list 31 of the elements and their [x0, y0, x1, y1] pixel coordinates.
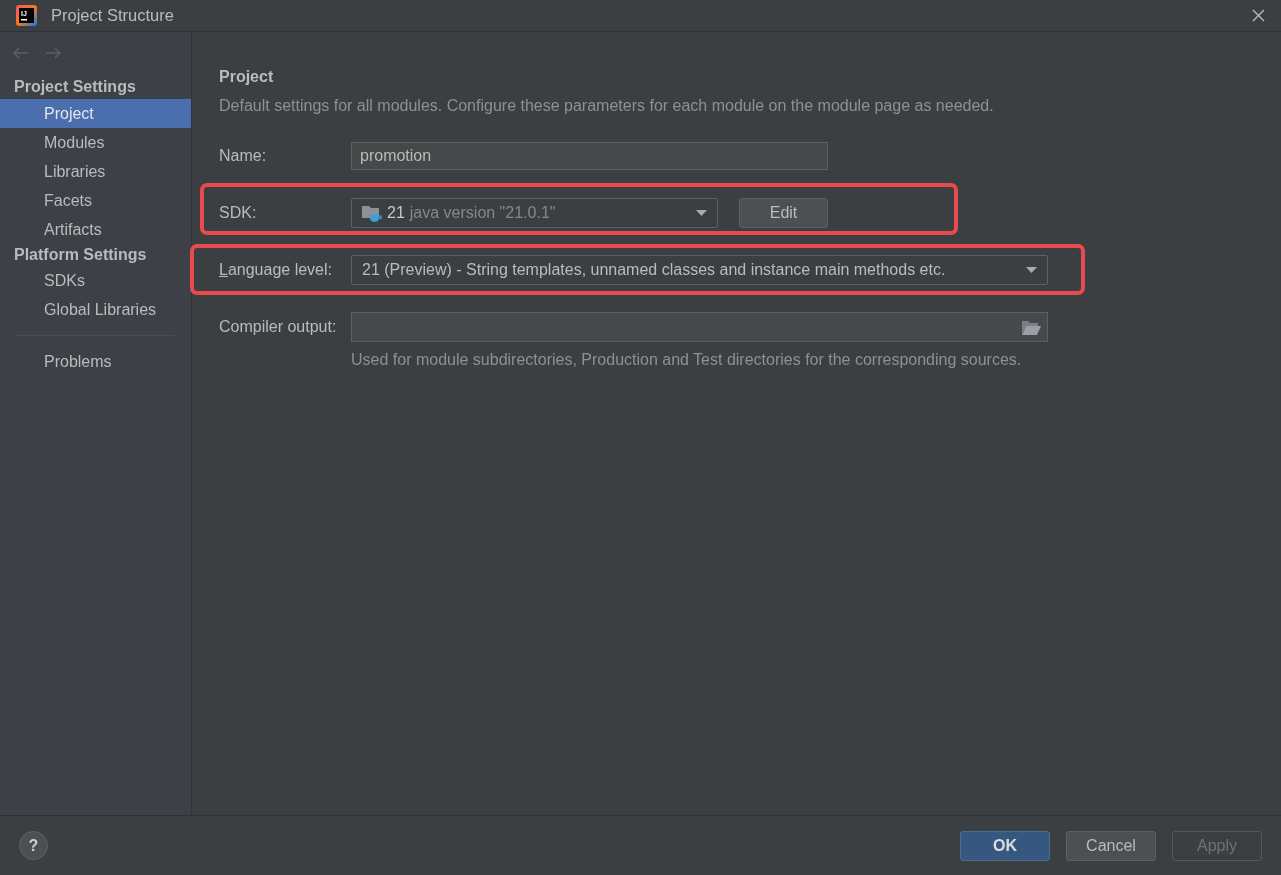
compiler-output-field[interactable] — [351, 312, 1048, 342]
folder-icon[interactable] — [1022, 319, 1041, 335]
sidebar-item[interactable]: Global Libraries — [0, 295, 191, 324]
help-button[interactable]: ? — [19, 831, 48, 860]
sidebar-item[interactable]: Facets — [0, 186, 191, 215]
cancel-button[interactable]: Cancel — [1066, 830, 1156, 861]
ok-button[interactable]: OK — [960, 830, 1050, 861]
sidebar-item[interactable]: Modules — [0, 128, 191, 157]
dropdown-caret-icon — [696, 210, 707, 216]
section-heading: Platform Settings — [14, 246, 147, 264]
dropdown-caret-icon — [1026, 267, 1037, 273]
sidebar-item[interactable]: Libraries — [0, 157, 191, 186]
page-title: Project — [219, 67, 275, 87]
section-heading: Project Settings — [14, 77, 136, 96]
field-label: Name: — [219, 147, 267, 164]
folder-cup-icon — [362, 204, 382, 222]
window-title: Project Structure — [51, 6, 174, 25]
field-label: Language level: — [219, 261, 332, 278]
page-description: Default settings for all modules. Configure these parameters for each module on the module page as needed. — [219, 96, 995, 116]
field-hint: Used for module subdirectories, Production and Test directories for the corresponding sources. — [351, 350, 1023, 370]
sidebar-item[interactable]: Project — [0, 99, 191, 128]
edit-button[interactable]: Edit — [739, 198, 828, 228]
sidebar-item[interactable]: Artifacts — [0, 215, 191, 244]
sidebar-item[interactable]: SDKs — [0, 266, 191, 295]
name-input[interactable]: promotion — [351, 142, 828, 170]
sidebar-item[interactable]: Problems — [0, 347, 191, 376]
close-icon[interactable] — [1252, 9, 1265, 22]
field-label: Compiler output: — [219, 318, 337, 335]
language-level-dropdown[interactable]: 21 (Preview) - String templates, unnamed classes and instance main methods etc. — [351, 255, 1048, 285]
field-label: SDK: — [219, 204, 257, 221]
sdk-dropdown[interactable]: 21 java version "21.0.1" — [351, 198, 718, 228]
